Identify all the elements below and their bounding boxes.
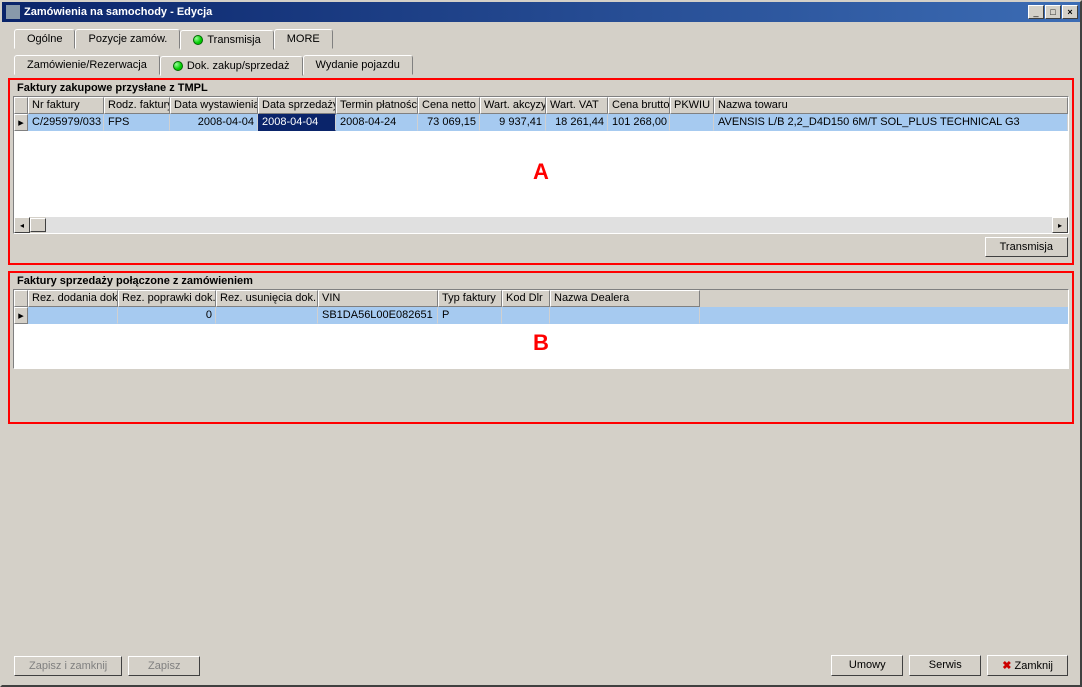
cell-dataw: 2008-04-04 xyxy=(170,114,258,131)
hscrollbar[interactable]: ◂ ▸ xyxy=(14,217,1068,233)
table-row[interactable]: ▸ C/295979/033 FPS 2008-04-04 2008-04-04… xyxy=(14,114,1068,131)
annotation-b: B xyxy=(533,330,549,356)
panel-b-title: Faktury sprzedaży połączone z zamówienie… xyxy=(13,273,1069,289)
panel-a-title: Faktury zakupowe przysłane z TMPL xyxy=(13,80,1069,96)
tab-ogolne[interactable]: Ogólne xyxy=(14,29,75,49)
grid-a: Nr faktury Rodz. faktury Data wystawieni… xyxy=(13,96,1069,234)
panel-faktury-zakupowe: Faktury zakupowe przysłane z TMPL Nr fak… xyxy=(8,78,1074,265)
window-title: Zamówienia na samochody - Edycja xyxy=(24,6,212,18)
secondary-tabs: Zamówienie/Rezerwacja Dok. zakup/sprzeda… xyxy=(14,53,1074,75)
umowy-button[interactable]: Umowy xyxy=(831,655,903,676)
col-cena-brutto[interactable]: Cena brutto xyxy=(608,97,670,114)
zapisz-button: Zapisz xyxy=(128,656,200,676)
col-rez-usuniecia[interactable]: Rez. usunięcia dok. xyxy=(216,290,318,307)
cell-kod xyxy=(502,307,550,324)
col-kod-dlr[interactable]: Kod Dlr xyxy=(502,290,550,307)
status-dot-icon xyxy=(193,35,203,45)
cell-brutto: 101 268,00 xyxy=(608,114,670,131)
col-pkwiu[interactable]: PKWIU xyxy=(670,97,714,114)
cell-nr: C/295979/033 xyxy=(28,114,104,131)
col-nr-faktury[interactable]: Nr faktury xyxy=(28,97,104,114)
row-indicator-header xyxy=(14,290,28,307)
col-nazwa-towaru[interactable]: Nazwa towaru xyxy=(714,97,1068,114)
zamknij-button[interactable]: ✖Zamknij xyxy=(987,655,1068,676)
row-indicator-header xyxy=(14,97,28,114)
cell-usun xyxy=(216,307,318,324)
cell-netto: 73 069,15 xyxy=(418,114,480,131)
cell-rodz: FPS xyxy=(104,114,170,131)
grid-b-body: B xyxy=(14,324,1068,368)
cell-typf: P xyxy=(438,307,502,324)
col-rez-dodania[interactable]: Rez. dodania dok. xyxy=(28,290,118,307)
cell-towar: AVENSIS L/B 2,2_D4D150 6M/T SOL_PLUS TEC… xyxy=(714,114,1068,131)
grid-b: Rez. dodania dok. Rez. poprawki dok. Rez… xyxy=(13,289,1069,369)
close-button[interactable]: × xyxy=(1062,5,1078,19)
cell-dod xyxy=(28,307,118,324)
tab-zamowienie-rezerwacja[interactable]: Zamówienie/Rezerwacja xyxy=(14,55,160,75)
tab-transmisja[interactable]: Transmisja xyxy=(180,30,273,50)
app-icon xyxy=(6,5,20,19)
row-indicator: ▸ xyxy=(14,307,28,324)
minimize-button[interactable]: _ xyxy=(1028,5,1044,19)
scroll-left-icon[interactable]: ◂ xyxy=(14,217,30,233)
transmisja-button[interactable]: Transmisja xyxy=(985,237,1068,257)
grid-a-body: A xyxy=(14,131,1068,217)
col-wart-vat[interactable]: Wart. VAT xyxy=(546,97,608,114)
col-data-sprzedazy[interactable]: Data sprzedaży xyxy=(258,97,336,114)
tab-more[interactable]: MORE xyxy=(274,29,333,49)
maximize-button[interactable]: □ xyxy=(1045,5,1061,19)
col-rez-poprawki[interactable]: Rez. poprawki dok. xyxy=(118,290,216,307)
col-termin-platnosci[interactable]: Termin płatności xyxy=(336,97,418,114)
cell-dealer xyxy=(550,307,700,324)
row-indicator: ▸ xyxy=(14,114,28,131)
titlebar: Zamówienia na samochody - Edycja _ □ × xyxy=(2,2,1080,22)
cell-termin: 2008-04-24 xyxy=(336,114,418,131)
status-dot-icon xyxy=(173,61,183,71)
cell-pkwiu xyxy=(670,114,714,131)
primary-tabs: Ogólne Pozycje zamów. Transmisja MORE xyxy=(14,27,1074,49)
tab-pozycje[interactable]: Pozycje zamów. xyxy=(75,29,180,49)
cell-vin: SB1DA56L00E082651 xyxy=(318,307,438,324)
cell-datas[interactable]: 2008-04-04 xyxy=(258,114,336,131)
cell-vat: 18 261,44 xyxy=(546,114,608,131)
close-x-icon: ✖ xyxy=(1002,660,1011,672)
footer-bar: Zapisz i zamknij Zapisz Umowy Serwis ✖Za… xyxy=(8,651,1074,680)
annotation-a: A xyxy=(533,159,549,185)
tab-wydanie-pojazdu[interactable]: Wydanie pojazdu xyxy=(303,55,413,75)
zapisz-i-zamknij-button: Zapisz i zamknij xyxy=(14,656,122,676)
col-cena-netto[interactable]: Cena netto xyxy=(418,97,480,114)
serwis-button[interactable]: Serwis xyxy=(909,655,981,676)
col-data-wystawienia[interactable]: Data wystawienia xyxy=(170,97,258,114)
col-wart-akcyzy[interactable]: Wart. akcyzy xyxy=(480,97,546,114)
scroll-right-icon[interactable]: ▸ xyxy=(1052,217,1068,233)
table-row[interactable]: ▸ 0 SB1DA56L00E082651 P xyxy=(14,307,1068,324)
scroll-thumb[interactable] xyxy=(30,218,46,232)
panel-faktury-sprzedazy: Faktury sprzedaży połączone z zamówienie… xyxy=(8,271,1074,424)
col-nazwa-dealera[interactable]: Nazwa Dealera xyxy=(550,290,700,307)
col-typ-faktury[interactable]: Typ faktury xyxy=(438,290,502,307)
cell-akcyza: 9 937,41 xyxy=(480,114,546,131)
cell-popr: 0 xyxy=(118,307,216,324)
col-vin[interactable]: VIN xyxy=(318,290,438,307)
tab-dok-zakup-sprzedaz[interactable]: Dok. zakup/sprzedaż xyxy=(160,56,303,76)
col-rodz-faktury[interactable]: Rodz. faktury xyxy=(104,97,170,114)
